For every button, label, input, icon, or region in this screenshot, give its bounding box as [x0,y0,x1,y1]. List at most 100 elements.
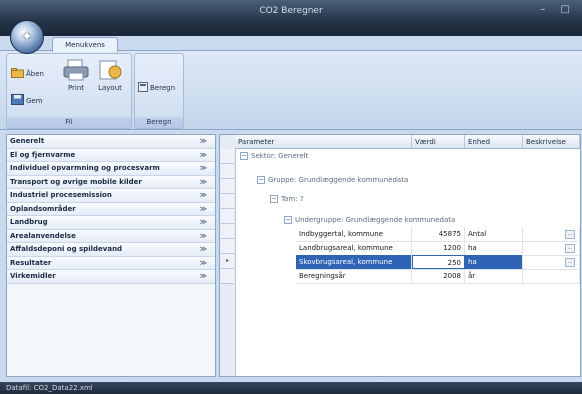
column-header-enhed[interactable]: Enhed [465,135,523,149]
ribbon: Åben Gem Print Layout Fil Beregn Beregn [0,50,582,130]
chevron-double-down-icon: ≫ [199,177,207,186]
maximize-icon[interactable]: □ [561,4,576,15]
minimize-icon[interactable]: – [540,4,551,15]
nav-item-transport[interactable]: Transport og øvrige mobile kilder ≫ [7,175,215,189]
chevron-double-down-icon: ≫ [199,191,207,199]
ellipsis-icon[interactable]: … [565,258,575,267]
aaben-button[interactable]: Åben [11,68,44,80]
cell-unit: Antal [465,227,523,241]
tree-node-label: Undergruppe: Grundlæggende kommunedata [295,216,456,224]
collapse-icon[interactable]: − [284,216,292,224]
row-selector[interactable] [221,179,234,194]
cell-unit: år [465,269,523,283]
chevron-double-down-icon: ≫ [199,137,207,145]
nav-item-label: Arealanvendelse [10,231,76,240]
gem-button[interactable]: Gem [11,94,43,107]
cell-description[interactable]: … [523,227,580,241]
nav-item-industriel-procesemission[interactable]: Industriel procesemission ≫ [7,189,215,203]
window-controls[interactable]: – □ [540,4,576,15]
table-row[interactable]: Beregningsår 2008 år [296,269,580,284]
row-selector[interactable] [221,209,234,224]
chevron-double-down-icon: ≫ [199,150,207,159]
nav-item-virkemidler[interactable]: Virkemidler ≫ [7,270,215,284]
nav-item-affaldsdeponi[interactable]: Affaldsdeponi og spildevand ≫ [7,243,215,257]
cell-description[interactable] [523,269,580,283]
ellipsis-icon[interactable]: … [565,244,575,253]
nav-item-landbrug[interactable]: Landbrug ≫ [7,216,215,230]
nav-item-generelt[interactable]: Generelt ≫ [7,135,215,149]
table-row-selected[interactable]: Skovbrugsareal, kommune 250 ha … [296,255,580,270]
cell-value[interactable]: 45875 [412,227,465,241]
aaben-label: Åben [26,70,44,78]
application-orb-button[interactable]: ✦ [10,20,44,54]
layout-label: Layout [98,84,122,92]
row-selector[interactable] [221,164,234,179]
printer-icon [63,59,89,83]
collapse-icon[interactable]: − [257,176,265,184]
cell-unit: ha [465,241,523,255]
title-bar: CO2 Beregner – □ [0,0,582,36]
chevron-double-down-icon: ≫ [199,272,207,280]
tab-menukvens[interactable]: Menukvens [52,37,118,52]
table-row[interactable]: Indbyggertal, kommune 45875 Antal … [296,227,580,242]
column-header-vaerdi[interactable]: Værdi [412,135,465,149]
row-selector[interactable] [221,224,234,239]
tree-node-label: Tom: ? [281,195,304,203]
window-title: CO2 Beregner [259,6,323,16]
tree-node-label: Gruppe: Grundlæggende kommunedata [268,176,409,184]
gem-label: Gem [26,96,43,105]
table-row[interactable]: Landbrugsareal, kommune 1200 ha … [296,241,580,256]
cell-value[interactable]: 1200 [412,241,465,255]
nav-item-label: Transport og øvrige mobile kilder [10,177,142,186]
nav-item-label: Industriel procesemission [10,191,112,199]
tree-node-sektor[interactable]: − Sektor: Generelt [240,152,308,160]
tree-node-undergruppe[interactable]: − Undergruppe: Grundlæggende kommunedata [284,216,455,224]
row-header-column: ▸ [220,135,236,376]
nav-item-label: Virkemidler [10,272,56,280]
nav-item-label: Generelt [10,137,45,145]
row-selector[interactable] [221,194,234,209]
status-bar: Datafil: CO2_Data22.xml [0,382,582,394]
nav-item-label: Affaldsdeponi og spildevand [10,245,123,253]
folder-open-icon [11,68,24,80]
chevron-double-down-icon: ≫ [199,245,207,253]
ellipsis-icon[interactable]: … [565,230,575,239]
ribbon-group-beregn: Beregn Beregn [134,53,184,129]
nav-item-label: El og fjernvarme [10,150,76,159]
chevron-double-down-icon: ≫ [199,231,207,240]
tree-node-gruppe[interactable]: − Gruppe: Grundlæggende kommunedata [257,176,408,184]
layout-button[interactable]: Layout [97,59,123,92]
column-header-beskrivelse[interactable]: Beskrivelse [523,135,580,149]
row-selector[interactable] [221,239,234,254]
print-button[interactable]: Print [63,59,89,92]
nav-item-individuel-opvarmning[interactable]: Individuel opvarmning og procesvarm ≫ [7,162,215,176]
row-selector[interactable] [221,269,234,284]
nav-item-arealanvendelse[interactable]: Arealanvendelse ≫ [7,229,215,243]
nav-item-label: Landbrug [10,218,48,226]
ribbon-group-label-beregn: Beregn [135,117,183,128]
cell-value[interactable]: 2008 [412,269,465,283]
column-header-parameter[interactable]: Parameter [235,135,412,149]
cell-parameter: Beregningsår [296,269,412,283]
chevron-double-down-icon: ≫ [199,218,207,226]
cell-description[interactable]: … [523,255,580,269]
collapse-icon[interactable]: − [240,152,248,160]
collapse-icon[interactable]: − [270,195,278,203]
cell-value-editing[interactable]: 250 [412,255,465,269]
nav-item-oplandsomraader[interactable]: Oplandsområder ≫ [7,202,215,216]
nav-item-label: Resultater [10,258,52,267]
row-selector-current[interactable]: ▸ [221,254,234,269]
app-logo-icon: ✦ [21,29,33,45]
beregn-button[interactable]: Beregn [138,82,175,94]
ribbon-group-label-fil: Fil [7,117,131,128]
nav-item-resultater[interactable]: Resultater ≫ [7,256,215,270]
tree-node-tom[interactable]: − Tom: ? [270,195,304,203]
parameter-grid: ▸ Parameter Værdi Enhed Beskrivelse − Se… [219,134,581,377]
nav-item-el-og-fjernvarme[interactable]: El og fjernvarme ≫ [7,148,215,162]
print-label: Print [67,84,85,92]
sector-navigation-panel: Generelt ≫ El og fjernvarme ≫ Individuel o… [6,134,216,377]
row-selector[interactable] [221,149,234,164]
cell-parameter: Indbyggertal, kommune [296,227,412,241]
nav-item-label: Individuel opvarmning og procesvarm [10,164,160,172]
cell-description[interactable]: … [523,241,580,255]
